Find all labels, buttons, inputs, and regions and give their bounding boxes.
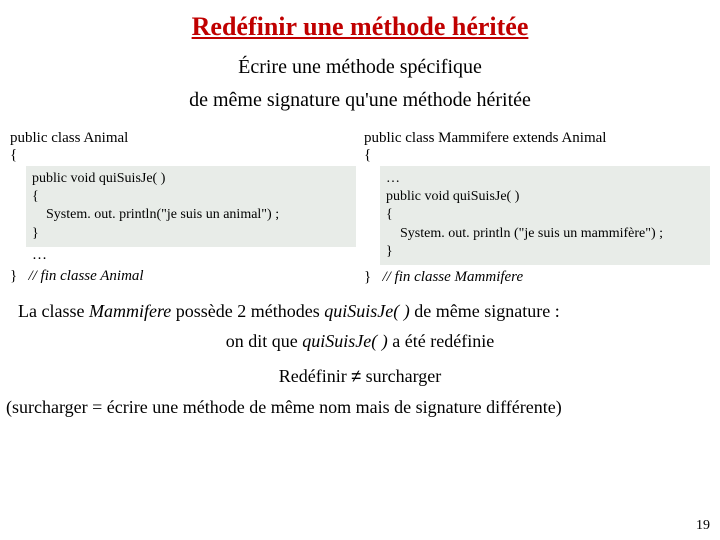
close-line-right: } // fin classe Mammifere (364, 269, 710, 286)
code-block-animal: public void quiSuisJe( ) { System. out. … (26, 166, 356, 247)
close-line-left: } // fin classe Animal (10, 268, 356, 285)
p1-text-e: de même signature : (410, 301, 560, 321)
paragraph-4: (surcharger = écrire une méthode de même… (0, 397, 720, 418)
code-block-mammifere: … public void quiSuisJe( ) { System. out… (380, 166, 710, 265)
paragraph-2: on dit que quiSuisJe( ) a été redéfinie (0, 331, 720, 352)
paragraph-1: La classe Mammifere possède 2 méthodes q… (0, 300, 720, 323)
p1-method: quiSuisJe( ) (324, 301, 409, 321)
not-equal-symbol: ≠ (351, 366, 361, 386)
right-column: public class Mammifere extends Animal { … (364, 130, 710, 286)
subtitle-line-1: Écrire une méthode spécifique (0, 56, 720, 79)
paragraph-3: Redéfinir ≠ surcharger (0, 366, 720, 387)
close-comment-right: // fin classe Mammifere (382, 269, 523, 285)
p2-text-c: a été redéfinie (388, 331, 494, 351)
p1-text-c: possède 2 méthodes (171, 301, 324, 321)
close-brace-right: } (364, 269, 371, 285)
p1-text-a: La classe (18, 301, 89, 321)
slide-title: Redéfinir une méthode héritée (0, 0, 720, 42)
open-brace-right: { (364, 147, 710, 164)
p1-classname: Mammifere (89, 301, 171, 321)
close-brace-left: } (10, 268, 17, 284)
subtitle-line-2: de même signature qu'une méthode héritée (0, 89, 720, 112)
code-columns: public class Animal { public void quiSui… (0, 130, 720, 286)
p3-text-a: Redéfinir (279, 366, 351, 386)
p3-text-b: surcharger (361, 366, 441, 386)
p2-text-a: on dit que (226, 331, 303, 351)
class-decl-mammifere: public class Mammifere extends Animal (364, 130, 710, 147)
class-decl-animal: public class Animal (10, 130, 356, 147)
ellipsis-left: … (32, 247, 356, 264)
open-brace-left: { (10, 147, 356, 164)
p2-method: quiSuisJe( ) (302, 331, 387, 351)
page-number: 19 (696, 518, 710, 534)
left-column: public class Animal { public void quiSui… (10, 130, 356, 286)
close-comment-left: // fin classe Animal (28, 268, 143, 284)
